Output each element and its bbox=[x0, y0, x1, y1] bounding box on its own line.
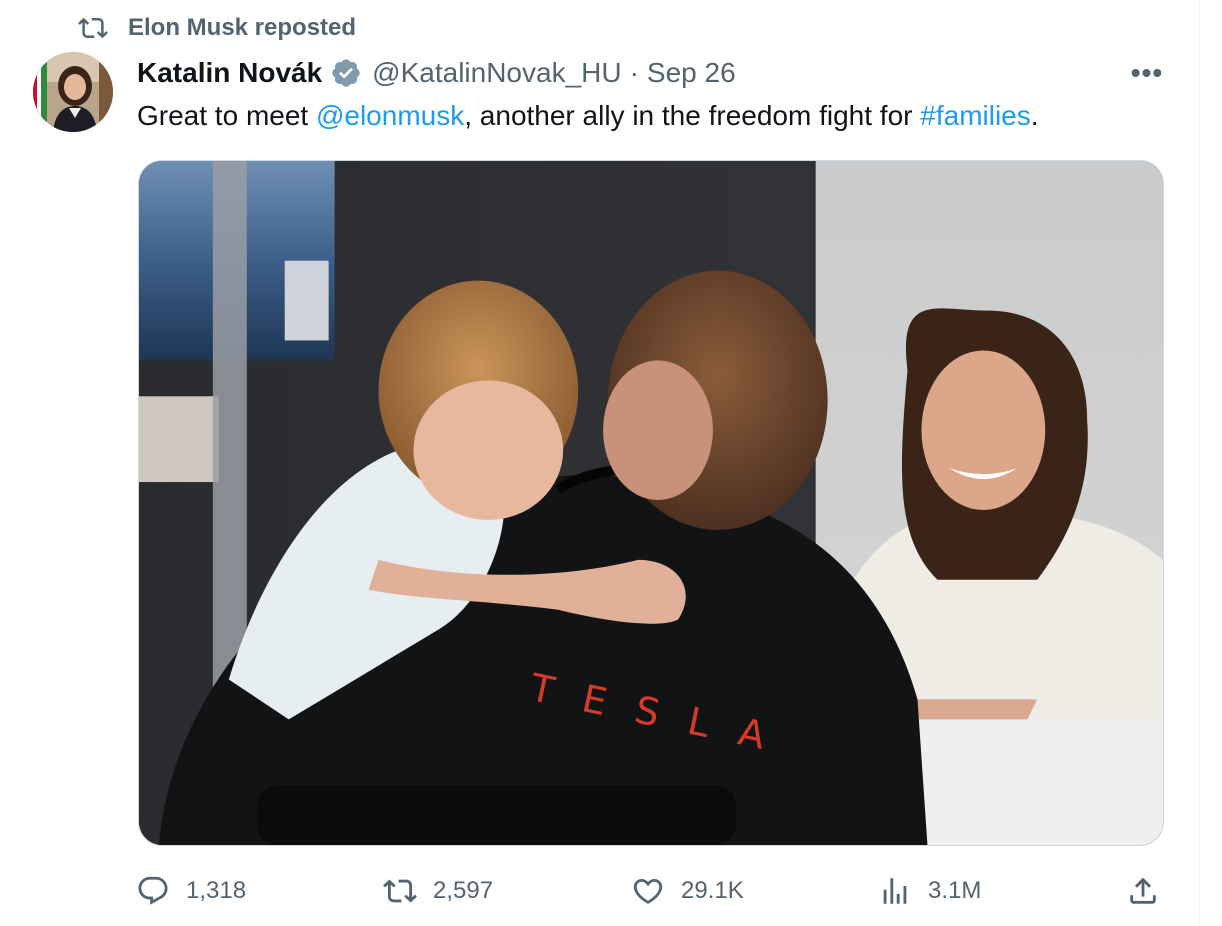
author-name[interactable]: Katalin Novák bbox=[137, 57, 322, 89]
tweet-date[interactable]: Sep 26 bbox=[647, 57, 736, 89]
repost-icon bbox=[78, 17, 108, 39]
repost-label[interactable]: Elon Musk reposted bbox=[128, 14, 356, 42]
header-separator: · bbox=[629, 57, 639, 88]
avatar[interactable] bbox=[33, 52, 113, 132]
share-icon bbox=[1130, 877, 1156, 904]
photo-image: TESLA bbox=[139, 161, 1163, 845]
avatar-image bbox=[33, 52, 113, 132]
views-count: 3.1M bbox=[928, 877, 982, 904]
tweet-header: Katalin Novák @KatalinNovak_HU · Sep 26 … bbox=[137, 54, 1169, 92]
views-chart-icon bbox=[883, 878, 907, 904]
hashtag-link[interactable]: #families bbox=[920, 100, 1030, 131]
tweet-card[interactable]: Elon Musk reposted Katalin Novák @Katali… bbox=[0, 0, 1200, 926]
repost-button[interactable]: 2,597 bbox=[383, 866, 493, 916]
author-handle[interactable]: @KatalinNovak_HU bbox=[372, 57, 621, 89]
action-bar: 1,318 2,597 29.1K 3.1M bbox=[136, 866, 1166, 916]
mention-link[interactable]: @elonmusk bbox=[316, 100, 464, 131]
tweet-text-start: Great to meet bbox=[137, 100, 316, 131]
reply-count: 1,318 bbox=[186, 877, 247, 904]
heart-icon bbox=[633, 878, 663, 904]
more-icon: ••• bbox=[1130, 57, 1164, 88]
tweet-text-middle: , another ally in the freedom fight for bbox=[464, 100, 921, 131]
verified-badge-icon[interactable] bbox=[330, 57, 362, 89]
more-button[interactable]: ••• bbox=[1125, 54, 1169, 92]
like-button[interactable]: 29.1K bbox=[631, 866, 744, 916]
tweet-photo[interactable]: TESLA bbox=[138, 160, 1164, 846]
tweet-text: Great to meet @elonmusk, another ally in… bbox=[137, 96, 1169, 136]
repost-count: 2,597 bbox=[433, 877, 494, 904]
share-button[interactable] bbox=[1126, 866, 1160, 916]
repost-icon bbox=[383, 879, 417, 903]
repost-context: Elon Musk reposted bbox=[78, 12, 356, 44]
tweet-text-end: . bbox=[1030, 100, 1039, 131]
views-button[interactable]: 3.1M bbox=[878, 866, 981, 916]
reply-button[interactable]: 1,318 bbox=[136, 866, 246, 916]
like-count: 29.1K bbox=[681, 877, 744, 904]
reply-icon bbox=[138, 876, 168, 905]
